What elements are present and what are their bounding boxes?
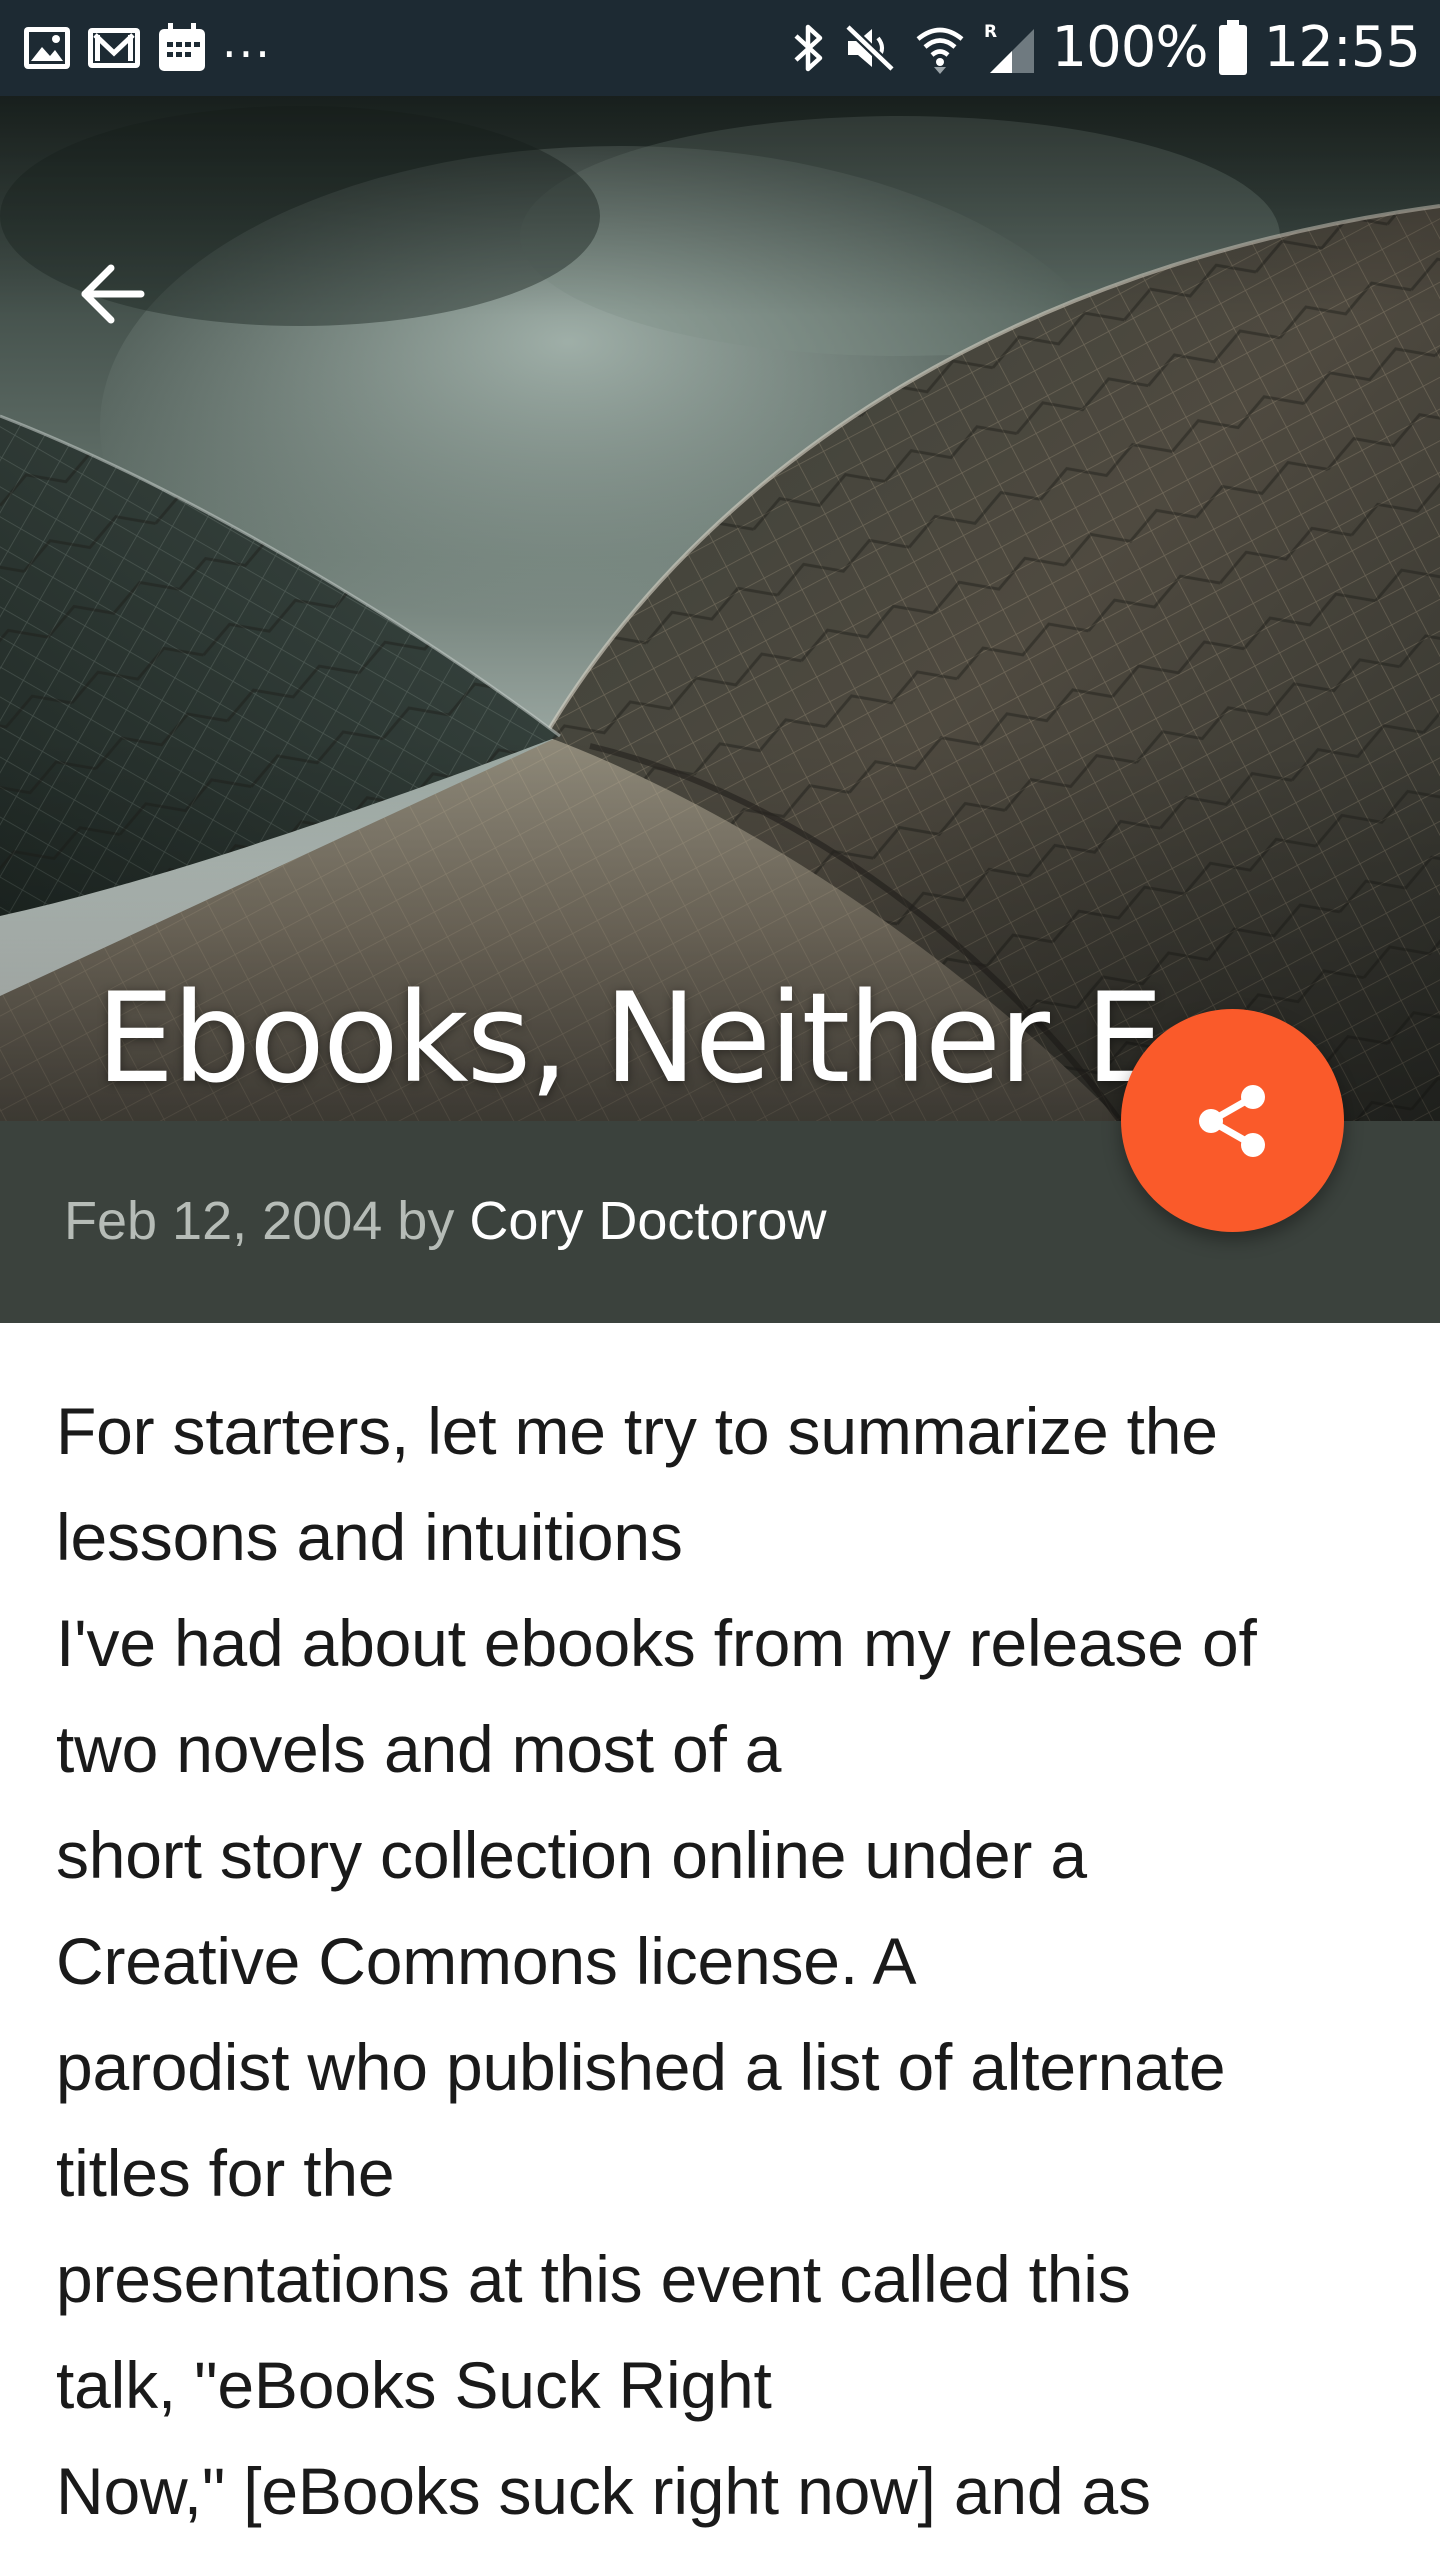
status-bar: ... R 100% 12:55	[0, 0, 1440, 96]
back-button[interactable]	[64, 246, 160, 342]
screen: ... R 100% 12:55 Ebooks, Neither E,... F…	[0, 0, 1440, 2560]
publish-date: Feb 12, 2004	[64, 1191, 383, 1251]
article-line: Now," [eBooks suck right now] and as	[56, 2454, 1151, 2528]
article-line: talk, "eBooks Suck Right	[56, 2348, 772, 2422]
article-line: For starters, let me try to summarize th…	[56, 1394, 1218, 1468]
article-line: I've had about ebooks from my release of	[56, 1606, 1257, 1680]
article-body: For starters, let me try to summarize th…	[56, 1378, 1396, 2544]
article-line: presentations at this event called this	[56, 2242, 1131, 2316]
calendar-icon	[156, 22, 208, 74]
share-icon	[1193, 1081, 1273, 1161]
clock: 12:55	[1263, 15, 1421, 80]
more-notifications-indicator: ...	[222, 14, 272, 68]
mail-icon	[86, 23, 142, 73]
bluetooth-icon	[792, 21, 826, 75]
share-button[interactable]	[1121, 1009, 1344, 1232]
author-name[interactable]: Cory Doctorow	[469, 1191, 826, 1251]
article-line: parodist who published a list of alterna…	[56, 2030, 1226, 2104]
battery-icon	[1218, 20, 1248, 76]
battery-percent: 100%	[1051, 15, 1209, 80]
article-byline: Feb 12, 2004 by Cory Doctorow	[64, 1189, 826, 1254]
mute-icon	[842, 21, 898, 75]
wifi-icon	[914, 21, 966, 75]
byline-by: by	[397, 1191, 455, 1251]
article-line: two novels and most of a	[56, 1712, 782, 1786]
status-left: ...	[22, 18, 286, 74]
svg-text:R: R	[984, 22, 997, 42]
article-line: short story collection online under a	[56, 1818, 1087, 1892]
hero-header: Ebooks, Neither E,...	[0, 96, 1440, 1121]
article-line: lessons and intuitions	[56, 1500, 683, 1574]
signal-roaming-icon: R	[982, 21, 1036, 75]
arrow-back-icon	[77, 262, 147, 326]
article-title: Ebooks, Neither E,...	[96, 967, 1276, 1111]
article-line: Creative Commons license. A	[56, 1924, 917, 1998]
gallery-icon	[22, 23, 72, 73]
status-right: R 100% 12:55	[776, 20, 1421, 76]
article-line: titles for the	[56, 2136, 395, 2210]
